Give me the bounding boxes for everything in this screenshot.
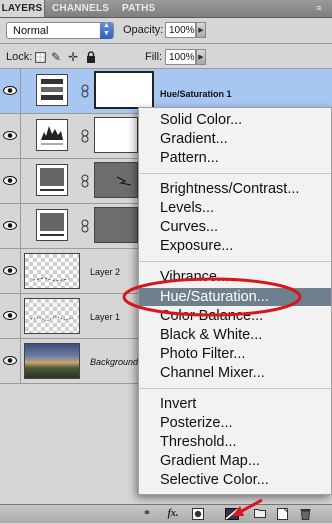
menu-item-solid-color[interactable]: Solid Color... <box>160 111 242 129</box>
link-chain-icon <box>81 174 89 188</box>
red-arrow-annotation <box>232 498 263 516</box>
link-layers-icon[interactable]: ⚭ <box>140 508 154 520</box>
background-image-thumbnail <box>24 343 80 379</box>
layer-mask-thumbnail[interactable] <box>94 207 138 243</box>
panel-menu-icon[interactable]: ≡ <box>312 3 326 13</box>
layer-mask-thumbnail[interactable] <box>94 162 138 198</box>
layer-name: Layer 1 <box>90 312 121 322</box>
link-chain-icon <box>81 129 89 143</box>
opacity-arrow-icon[interactable]: ▶ <box>196 22 206 38</box>
link-chain-icon <box>81 84 89 98</box>
menu-item-channel-mixer[interactable]: Channel Mixer... <box>160 364 265 382</box>
chevron-updown-icon: ▲ ▼ <box>100 22 113 39</box>
menu-item-exposure[interactable]: Exposure... <box>160 237 233 255</box>
fill-arrow-icon[interactable]: ▶ <box>196 49 206 65</box>
mask-icon[interactable] <box>191 508 205 520</box>
visibility-eye-icon[interactable] <box>0 204 21 248</box>
adjustment-layer-thumbnail <box>36 209 68 241</box>
opacity-label: Opacity: <box>123 24 164 36</box>
fx-icon[interactable]: fx. <box>164 508 182 520</box>
layer-mask-thumbnail[interactable] <box>94 117 138 153</box>
menu-item-posterize[interactable]: Posterize... <box>160 414 233 432</box>
visibility-eye-icon[interactable] <box>0 294 21 338</box>
menu-item-threshold[interactable]: Threshold... <box>160 433 237 451</box>
layer-name: Background <box>90 357 139 367</box>
divider <box>0 43 332 44</box>
menu-item-pattern[interactable]: Pattern... <box>160 149 219 167</box>
layer-name: Hue/Saturation 1 <box>160 89 232 99</box>
fill-field[interactable]: 100% <box>165 49 196 65</box>
visibility-eye-icon[interactable] <box>0 249 21 293</box>
menu-separator <box>139 173 331 174</box>
link-chain-icon <box>81 219 89 233</box>
layer-thumbnail <box>24 298 80 334</box>
layer-name: Layer 2 <box>90 267 121 277</box>
menu-item-curves[interactable]: Curves... <box>160 218 218 236</box>
panel-tab-bar: LAYERS CHANNELS PATHS ≡ <box>0 0 332 18</box>
visibility-eye-icon[interactable] <box>0 159 21 203</box>
opacity-field[interactable]: 100% <box>165 22 196 38</box>
layer-thumbnail <box>24 253 80 289</box>
lock-image-pixels-icon[interactable]: ✎ <box>51 50 61 64</box>
visibility-eye-icon[interactable] <box>0 339 21 383</box>
blend-mode-value: Normal <box>13 25 49 37</box>
menu-item-selective-color[interactable]: Selective Color... <box>160 471 269 489</box>
lock-label: Lock: <box>6 51 33 63</box>
menu-item-invert[interactable]: Invert <box>160 395 196 413</box>
menu-item-gradient[interactable]: Gradient... <box>160 130 228 148</box>
menu-item-brightness-contrast[interactable]: Brightness/Contrast... <box>160 180 299 198</box>
lock-transparent-pixels-icon[interactable] <box>35 52 46 63</box>
blend-mode-select[interactable]: Normal ▲ ▼ <box>6 22 114 39</box>
highlight-ellipse-annotation <box>122 277 302 317</box>
visibility-eye-icon[interactable] <box>0 69 21 113</box>
menu-separator <box>139 388 331 389</box>
trash-icon[interactable] <box>298 508 312 520</box>
tab-layers[interactable]: LAYERS <box>0 0 45 17</box>
menu-item-levels[interactable]: Levels... <box>160 199 214 217</box>
menu-item-photo-filter[interactable]: Photo Filter... <box>160 345 245 363</box>
fill-label: Fill: <box>145 51 163 63</box>
tab-channels[interactable]: CHANNELS <box>52 0 114 17</box>
hue-saturation-adjustment-icon <box>36 74 68 106</box>
layer-mask-thumbnail[interactable] <box>94 71 154 109</box>
lock-position-icon[interactable]: ✛ <box>68 50 78 64</box>
lock-all-icon[interactable] <box>86 50 96 63</box>
levels-adjustment-icon <box>36 119 68 151</box>
menu-separator <box>139 261 331 262</box>
tab-paths[interactable]: PATHS <box>122 0 162 17</box>
adjustment-layer-thumbnail <box>36 164 68 196</box>
menu-item-gradient-map[interactable]: Gradient Map... <box>160 452 260 470</box>
menu-item-black-white[interactable]: Black & White... <box>160 326 262 344</box>
visibility-eye-icon[interactable] <box>0 114 21 158</box>
layers-panel-footer: ⚭ fx. <box>0 504 332 523</box>
new-layer-icon[interactable] <box>275 508 289 520</box>
